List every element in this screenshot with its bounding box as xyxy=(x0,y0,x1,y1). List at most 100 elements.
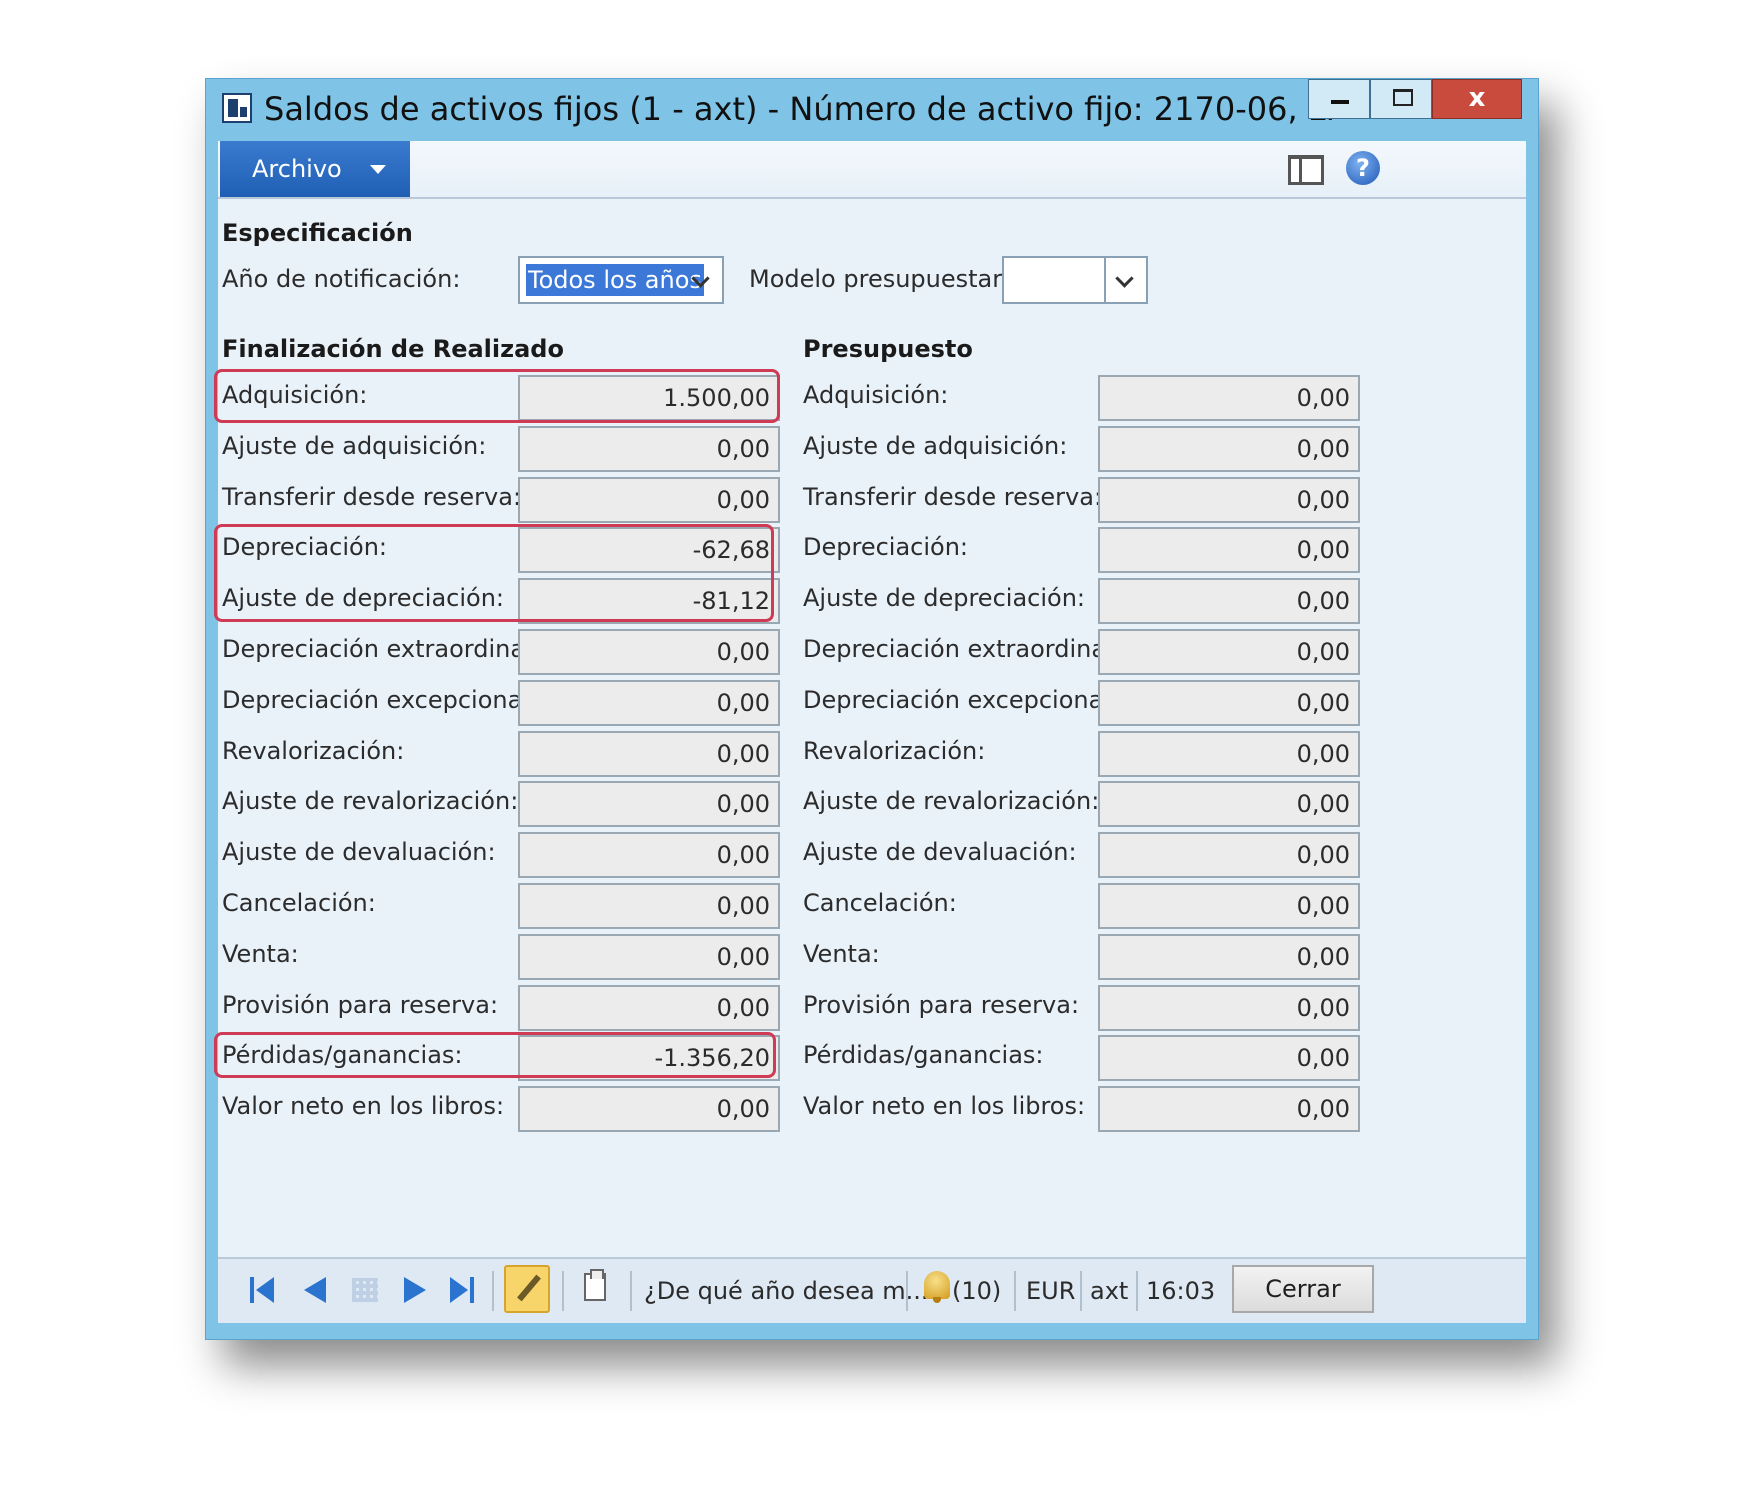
actual-row-label: Transferir desde reserva: xyxy=(222,482,522,511)
last-record-icon[interactable] xyxy=(448,1275,478,1305)
currency-indicator: EUR xyxy=(1026,1277,1076,1305)
actual-row-label: Valor neto en los libros: xyxy=(222,1092,505,1121)
close-window-button[interactable] xyxy=(1432,79,1522,119)
budget-row-label: Adquisición: xyxy=(803,381,949,409)
actual-row-label: Cancelación: xyxy=(222,889,376,917)
actual-row-value[interactable]: 0,00 xyxy=(518,1086,780,1133)
budget-row-label: Transferir desde reserva: xyxy=(803,482,1103,511)
company-indicator: axt xyxy=(1090,1277,1129,1305)
separator xyxy=(630,1271,632,1311)
time-indicator: 16:03 xyxy=(1146,1277,1216,1305)
chevron-down-icon[interactable] xyxy=(1104,258,1146,302)
budget-row-value[interactable]: 0,00 xyxy=(1098,476,1360,523)
highlight-depreciation xyxy=(214,524,774,622)
form-content: Especificación Año de notificación: Todo… xyxy=(214,199,1526,1257)
document-attach-icon[interactable] xyxy=(584,1269,606,1301)
budget-row-label: Ajuste de adquisición: xyxy=(803,431,1068,460)
actual-row-value[interactable]: 0,00 xyxy=(518,883,780,929)
budget-row-value[interactable]: 0,00 xyxy=(1098,984,1360,1031)
budget-row-label: Ajuste de devaluación: xyxy=(803,838,1077,867)
budget-row-label: Depreciación extraordinaria: xyxy=(803,635,1146,663)
edit-pencil-icon[interactable] xyxy=(504,1265,550,1313)
actual-heading: Finalización de Realizado xyxy=(222,335,564,363)
budget-heading: Presupuesto xyxy=(803,335,973,363)
notification-count[interactable]: (10) xyxy=(952,1269,1001,1313)
actual-row-label: Depreciación extraordinaria: xyxy=(222,635,565,663)
actual-row-value[interactable]: 0,00 xyxy=(518,476,780,523)
dialog-window: Saldos de activos fijos (1 - axt) - Núme… xyxy=(205,78,1539,1340)
actual-row-label: Ajuste de revalorización: xyxy=(222,787,519,816)
chevron-down-icon xyxy=(370,165,386,174)
budget-model-label: Modelo presupuestario: xyxy=(749,265,1032,293)
budget-row-label: Provisión para reserva: xyxy=(803,990,1080,1019)
actual-row-value[interactable]: 0,00 xyxy=(518,781,780,828)
budget-row-value[interactable]: 0,00 xyxy=(1098,1035,1360,1082)
window-body: Archivo ? Especificación Año de notifica… xyxy=(214,141,1526,1323)
budget-row-value[interactable]: 0,00 xyxy=(1098,933,1360,980)
budget-row-value[interactable]: 0,00 xyxy=(1098,1086,1360,1133)
budget-row-value[interactable]: 0,00 xyxy=(1098,375,1360,421)
actual-row-value[interactable]: 0,00 xyxy=(518,984,780,1031)
budget-row-label: Valor neto en los libros: xyxy=(803,1092,1086,1121)
actual-row-label: Ajuste de devaluación: xyxy=(222,838,496,867)
budget-model-select[interactable] xyxy=(1002,256,1148,304)
budget-row-label: Depreciación: xyxy=(803,533,968,562)
budget-row-label: Ajuste de revalorización: xyxy=(803,787,1100,816)
budget-row-label: Ajuste de depreciación: xyxy=(803,584,1085,613)
pane-icon[interactable] xyxy=(1288,155,1324,185)
highlight-gain-loss xyxy=(214,1032,776,1078)
budget-row-value[interactable]: 0,00 xyxy=(1098,679,1360,726)
separator xyxy=(492,1271,494,1311)
chevron-down-icon[interactable] xyxy=(682,258,722,302)
separator xyxy=(1014,1271,1016,1311)
actual-row-label: Venta: xyxy=(222,939,299,968)
budget-row-value[interactable]: 0,00 xyxy=(1098,578,1360,625)
actual-row-value[interactable]: 0,00 xyxy=(518,679,780,726)
file-menu-button[interactable]: Archivo xyxy=(220,141,410,197)
actual-row-label: Revalorización: xyxy=(222,736,405,765)
app-icon xyxy=(222,93,252,123)
budget-row-value[interactable]: 0,00 xyxy=(1098,883,1360,929)
budget-row-value[interactable]: 0,00 xyxy=(1098,629,1360,675)
budget-row-value[interactable]: 0,00 xyxy=(1098,730,1360,777)
separator xyxy=(1136,1271,1138,1311)
minimize-button[interactable] xyxy=(1308,79,1370,119)
actual-row-label: Provisión para reserva: xyxy=(222,990,499,1019)
first-record-icon[interactable] xyxy=(248,1275,278,1305)
budget-row-value[interactable]: 0,00 xyxy=(1098,425,1360,472)
year-label: Año de notificación: xyxy=(222,265,461,293)
actual-row-value[interactable]: 0,00 xyxy=(518,933,780,980)
actual-row-value[interactable]: 0,00 xyxy=(518,629,780,675)
next-record-icon[interactable] xyxy=(400,1275,430,1305)
file-menu-label: Archivo xyxy=(252,155,342,183)
budget-row-label: Depreciación excepcional: xyxy=(803,685,1119,714)
help-icon[interactable]: ? xyxy=(1346,151,1380,185)
title-bar[interactable]: Saldos de activos fijos (1 - axt) - Núme… xyxy=(206,79,1538,141)
previous-record-icon[interactable] xyxy=(300,1275,330,1305)
actual-row-label: Ajuste de adquisición: xyxy=(222,431,487,460)
specification-heading: Especificación xyxy=(222,219,413,247)
separator xyxy=(562,1271,564,1311)
close-button[interactable]: Cerrar xyxy=(1232,1265,1374,1313)
budget-row-label: Pérdidas/ganancias: xyxy=(803,1041,1044,1070)
separator xyxy=(906,1271,908,1311)
window-title: Saldos de activos fijos (1 - axt) - Núme… xyxy=(264,90,1334,128)
status-bar: ¿De qué año desea m... (10) EUR axt 16:0… xyxy=(218,1257,1526,1323)
highlight-acquisition xyxy=(214,369,780,423)
grid-view-icon[interactable] xyxy=(352,1278,378,1302)
year-select[interactable]: Todos los años xyxy=(518,256,724,304)
budget-row-label: Revalorización: xyxy=(803,736,986,765)
actual-row-label: Depreciación excepcional: xyxy=(222,685,538,714)
actual-row-value[interactable]: 0,00 xyxy=(518,730,780,777)
ribbon: Archivo ? xyxy=(218,141,1526,199)
budget-row-value[interactable]: 0,00 xyxy=(1098,527,1360,574)
budget-row-value[interactable]: 0,00 xyxy=(1098,832,1360,879)
actual-row-value[interactable]: 0,00 xyxy=(518,425,780,472)
notification-bell-icon[interactable] xyxy=(924,1271,950,1303)
budget-row-value[interactable]: 0,00 xyxy=(1098,781,1360,828)
maximize-button[interactable] xyxy=(1370,79,1432,119)
actual-row-value[interactable]: 0,00 xyxy=(518,832,780,879)
budget-row-label: Cancelación: xyxy=(803,889,957,917)
help-text: ¿De qué año desea m... xyxy=(644,1277,929,1305)
year-select-value: Todos los años xyxy=(526,264,704,296)
